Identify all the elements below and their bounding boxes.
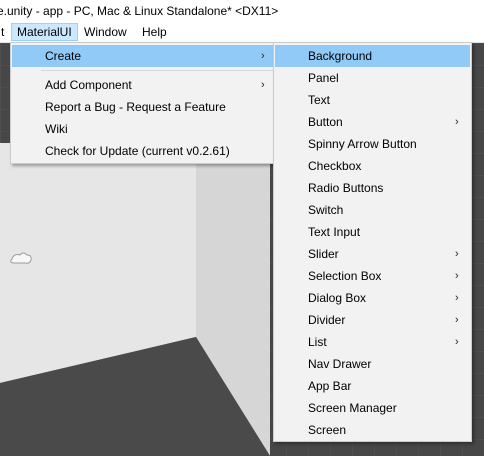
chevron-right-icon: › [261, 50, 265, 62]
chevron-right-icon: › [455, 116, 459, 128]
create-item-label: Nav Drawer [308, 357, 372, 371]
create-item-label: Spinny Arrow Button [308, 137, 417, 151]
create-item-label: Selection Box [308, 269, 382, 283]
menubar-item-window[interactable]: Window [79, 23, 132, 41]
create-item-label: Text [308, 93, 331, 107]
create-item-text[interactable]: Text [275, 89, 470, 111]
create-item-label: Switch [308, 203, 344, 217]
menu-item-wiki-label: Wiki [45, 122, 68, 136]
create-item-button[interactable]: Button › [275, 111, 470, 133]
create-item-radio-buttons[interactable]: Radio Buttons [275, 177, 470, 199]
create-item-dialog-box[interactable]: Dialog Box › [275, 287, 470, 309]
chevron-right-icon: › [455, 336, 459, 348]
materialui-menu: Create › Add Component › Report a Bug - … [10, 42, 276, 164]
create-item-label: Text Input [308, 225, 361, 239]
create-item-screen[interactable]: Screen [275, 419, 470, 441]
create-item-label: App Bar [308, 379, 352, 393]
create-item-label: Slider [308, 247, 339, 261]
create-item-label: Panel [308, 71, 339, 85]
create-item-selection-box[interactable]: Selection Box › [275, 265, 470, 287]
create-item-label: Screen Manager [308, 401, 397, 415]
menubar-item-help[interactable]: Help [137, 23, 172, 41]
chevron-right-icon: › [455, 270, 459, 282]
create-item-checkbox[interactable]: Checkbox [275, 155, 470, 177]
create-item-slider[interactable]: Slider › [275, 243, 470, 265]
create-item-label: Divider [308, 313, 346, 327]
create-item-spinny-arrow-button[interactable]: Spinny Arrow Button [275, 133, 470, 155]
create-item-text-input[interactable]: Text Input [275, 221, 470, 243]
menu-item-check-update-label: Check for Update (current v0.2.61) [45, 144, 230, 158]
create-item-divider[interactable]: Divider › [275, 309, 470, 331]
create-item-label: Checkbox [308, 159, 362, 173]
menu-separator [41, 70, 273, 71]
chevron-right-icon: › [455, 314, 459, 326]
create-item-app-bar[interactable]: App Bar [275, 375, 470, 397]
create-item-panel[interactable]: Panel [275, 67, 470, 89]
menu-item-report-bug-label: Report a Bug - Request a Feature [45, 100, 226, 114]
menu-bar: t MaterialUI Window Help [0, 22, 484, 43]
menu-item-create-label: Create [45, 49, 82, 63]
window-title-bar: e.unity - app - PC, Mac & Linux Standalo… [0, 0, 484, 22]
create-item-label: Radio Buttons [308, 181, 384, 195]
create-item-nav-drawer[interactable]: Nav Drawer [275, 353, 470, 375]
chevron-right-icon: › [455, 292, 459, 304]
create-item-screen-manager[interactable]: Screen Manager [275, 397, 470, 419]
menubar-item-materialui[interactable]: MaterialUI [11, 23, 78, 41]
menu-item-add-component[interactable]: Add Component › [12, 74, 274, 96]
create-item-label: Screen [308, 423, 347, 437]
create-item-label: Background [308, 49, 373, 63]
create-item-label: Dialog Box [308, 291, 367, 305]
menu-item-check-update[interactable]: Check for Update (current v0.2.61) [12, 140, 274, 162]
menu-item-report-bug[interactable]: Report a Bug - Request a Feature [12, 96, 274, 118]
chevron-right-icon: › [455, 248, 459, 260]
create-submenu: Background Panel Text Button › Spinny Arrow B… [273, 42, 472, 442]
menu-item-wiki[interactable]: Wiki [12, 118, 274, 140]
chevron-right-icon: › [261, 79, 265, 91]
create-item-label: Button [308, 115, 343, 129]
menubar-item-partial[interactable]: t [0, 23, 9, 41]
menu-item-add-component-label: Add Component [45, 78, 132, 92]
create-item-background[interactable]: Background [275, 45, 470, 67]
create-item-list[interactable]: List › [275, 331, 470, 353]
create-item-label: List [308, 335, 327, 349]
window-title: e.unity - app - PC, Mac & Linux Standalo… [0, 4, 279, 18]
menu-item-create[interactable]: Create › [12, 45, 274, 67]
create-item-switch[interactable]: Switch [275, 199, 470, 221]
